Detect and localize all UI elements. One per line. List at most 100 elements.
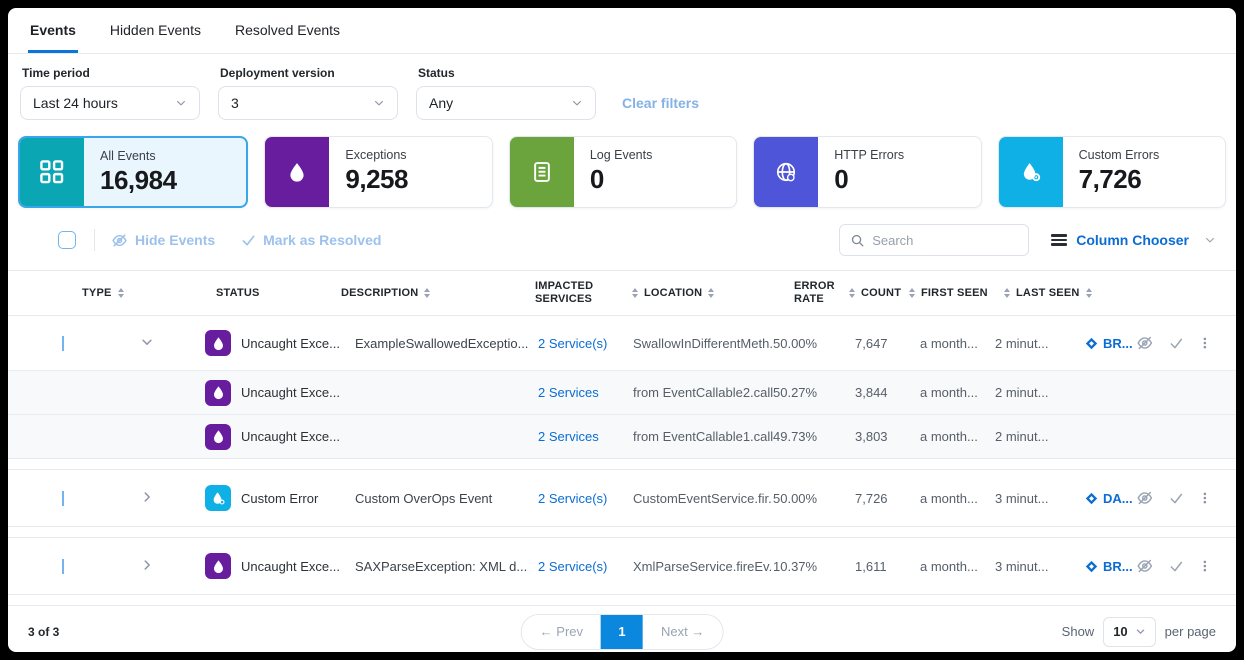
header-type[interactable]: TYPE <box>82 287 216 299</box>
card-label: Exceptions <box>345 148 408 162</box>
status-select[interactable]: Any <box>416 86 596 120</box>
toolbar-divider <box>94 229 95 251</box>
ticket-link[interactable]: DA... <box>1060 491 1136 506</box>
page-size-select[interactable]: 10 <box>1103 617 1155 647</box>
first-seen-cell: a month... <box>900 491 983 506</box>
sort-icon[interactable] <box>424 288 430 298</box>
hide-event-icon[interactable] <box>1136 334 1154 352</box>
chevron-down-icon <box>1204 234 1216 246</box>
header-last-seen[interactable]: LAST SEEN <box>1004 287 1092 299</box>
error-rate-cell: 50.27% <box>773 385 840 400</box>
header-count[interactable]: COUNT <box>849 287 909 299</box>
count-cell: 1,611 <box>840 559 900 574</box>
card-value: 7,726 <box>1079 164 1160 195</box>
search-box <box>839 224 1029 256</box>
pagination: ← Prev 1 Next → <box>521 614 724 650</box>
sort-icon[interactable] <box>1086 288 1092 298</box>
card-label: Log Events <box>590 148 653 162</box>
eye-slash-icon <box>111 232 128 249</box>
location-cell: from EventCallable2.call() <box>618 385 773 400</box>
table-toolbar: Hide Events Mark as Resolved Column Choo… <box>8 208 1236 270</box>
hide-event-icon[interactable] <box>1136 489 1154 507</box>
resolve-check-icon[interactable] <box>1169 559 1184 574</box>
tab-events[interactable]: Events <box>28 8 78 53</box>
current-page-button[interactable]: 1 <box>601 614 643 650</box>
tab-bar: Events Hidden Events Resolved Events <box>8 8 1236 54</box>
card-http-errors[interactable]: HTTP Errors 0 <box>753 136 981 208</box>
sort-icon[interactable] <box>849 288 855 298</box>
resolve-check-icon[interactable] <box>1169 336 1184 351</box>
status-label: Status <box>418 66 596 80</box>
deployment-version-select[interactable]: 3 <box>218 86 398 120</box>
hide-events-button[interactable]: Hide Events <box>111 232 215 249</box>
services-link[interactable]: 2 Services <box>528 385 618 400</box>
card-label: Custom Errors <box>1079 148 1160 162</box>
header-first-seen[interactable]: FIRST SEEN <box>909 287 1004 299</box>
row-checkbox[interactable] <box>62 336 64 351</box>
hide-event-icon[interactable] <box>1136 557 1154 575</box>
type-label: Custom Error <box>241 491 318 506</box>
row-checkbox[interactable] <box>62 491 64 506</box>
header-location[interactable]: LOCATION <box>632 287 794 299</box>
kebab-menu-icon[interactable] <box>1198 491 1212 505</box>
stat-cards: All Events 16,984 Exceptions 9,258 Log E… <box>18 136 1226 208</box>
ticket-link[interactable]: BR... <box>1060 559 1136 574</box>
type-label: Uncaught Exce... <box>241 429 340 444</box>
error-rate-cell: 49.73% <box>773 429 840 444</box>
sort-icon[interactable] <box>632 288 638 298</box>
card-value: 0 <box>590 164 653 195</box>
hamburger-icon <box>1051 234 1067 246</box>
first-seen-cell: a month... <box>900 429 983 444</box>
sort-icon[interactable] <box>909 288 915 298</box>
card-custom-errors[interactable]: Custom Errors 7,726 <box>998 136 1226 208</box>
search-icon <box>850 233 865 248</box>
ticket-link[interactable]: BR... <box>1060 336 1136 351</box>
sort-icon[interactable] <box>118 288 124 298</box>
prev-page-button[interactable]: ← Prev <box>522 615 601 649</box>
sort-icon[interactable] <box>708 288 714 298</box>
services-link[interactable]: 2 Service(s) <box>528 559 618 574</box>
header-description[interactable]: DESCRIPTION <box>341 287 535 299</box>
description-cell: Custom OverOps Event <box>348 491 528 506</box>
services-link[interactable]: 2 Services <box>528 429 618 444</box>
chevron-right-icon[interactable] <box>140 558 154 572</box>
card-all-events[interactable]: All Events 16,984 <box>18 136 248 208</box>
mark-resolved-button[interactable]: Mark as Resolved <box>241 232 381 248</box>
select-all-checkbox[interactable] <box>58 231 76 249</box>
time-period-select[interactable]: Last 24 hours <box>20 86 200 120</box>
table-header: TYPE STATUS DESCRIPTION IMPACTED SERVICE… <box>8 270 1236 316</box>
chevron-right-icon[interactable] <box>140 490 154 504</box>
type-label: Uncaught Exce... <box>241 385 340 400</box>
tab-hidden-events[interactable]: Hidden Events <box>108 8 203 53</box>
resolve-check-icon[interactable] <box>1169 491 1184 506</box>
deployment-version-filter: Deployment version 3 <box>218 66 398 120</box>
column-chooser-button[interactable]: Column Chooser <box>1051 232 1216 248</box>
kebab-menu-icon[interactable] <box>1198 336 1212 350</box>
table-row: Uncaught Exce... SAXParseException: XML … <box>8 538 1236 594</box>
description-cell: SAXParseException: XML d... <box>348 559 528 574</box>
jira-diamond-icon <box>1085 337 1098 350</box>
next-page-button[interactable]: Next → <box>643 615 722 649</box>
card-log-events[interactable]: Log Events 0 <box>509 136 737 208</box>
location-cell: XmlParseService.fireEv... <box>618 559 773 574</box>
search-input[interactable] <box>872 233 1012 248</box>
sort-icon[interactable] <box>1004 288 1010 298</box>
chevron-down-icon[interactable] <box>140 335 154 349</box>
last-seen-cell: 2 minut... <box>983 429 1060 444</box>
chevron-down-icon <box>175 97 187 109</box>
last-seen-cell: 2 minut... <box>983 336 1060 351</box>
first-seen-cell: a month... <box>900 385 983 400</box>
table-subrow: Uncaught Exce... 2 Services from EventCa… <box>8 414 1236 458</box>
tab-resolved-events[interactable]: Resolved Events <box>233 8 342 53</box>
page-summary: 3 of 3 <box>28 625 59 639</box>
services-link[interactable]: 2 Service(s) <box>528 491 618 506</box>
row-checkbox[interactable] <box>62 559 64 574</box>
count-cell: 7,647 <box>840 336 900 351</box>
services-link[interactable]: 2 Service(s) <box>528 336 618 351</box>
header-status: STATUS <box>216 287 341 299</box>
kebab-menu-icon[interactable] <box>1198 559 1212 573</box>
table-subrow: Uncaught Exce... 2 Services from EventCa… <box>8 370 1236 414</box>
chevron-down-icon <box>373 97 385 109</box>
card-exceptions[interactable]: Exceptions 9,258 <box>264 136 492 208</box>
clear-filters-button[interactable]: Clear filters <box>622 95 699 111</box>
